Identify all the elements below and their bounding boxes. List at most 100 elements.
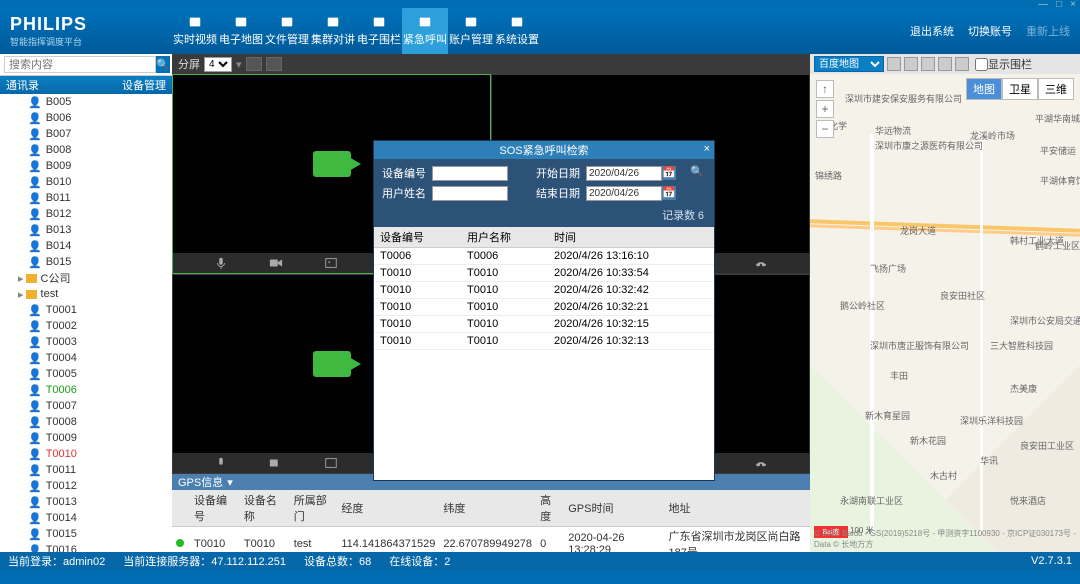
tree-item[interactable]: 👤B013 <box>0 222 172 238</box>
table-row[interactable]: T0006T00062020/4/26 13:16:10 <box>374 248 714 265</box>
col-lng[interactable]: 经度 <box>337 490 439 527</box>
fullscreen-button[interactable] <box>266 57 282 71</box>
search-input[interactable] <box>4 56 156 73</box>
tree-item[interactable]: 👤T0014 <box>0 510 172 526</box>
tree-item[interactable]: 👤B012 <box>0 206 172 222</box>
zoom-in-button[interactable]: + <box>816 100 834 118</box>
nav-user[interactable]: 账户管理 <box>448 8 494 54</box>
map-type-map[interactable]: 地图 <box>966 78 1002 100</box>
tree-item[interactable]: 👤T0007 <box>0 398 172 414</box>
zoom-out-button[interactable]: − <box>816 120 834 138</box>
close-icon[interactable]: × <box>1070 0 1076 10</box>
mic-icon[interactable] <box>213 456 229 470</box>
hangup-icon[interactable] <box>753 256 769 270</box>
tree-item[interactable]: 👤T0004 <box>0 350 172 366</box>
tree-item[interactable]: 👤T0003 <box>0 334 172 350</box>
col-addr[interactable]: 地址 <box>664 490 810 527</box>
nav-folder[interactable]: 文件管理 <box>264 8 310 54</box>
layout-button[interactable] <box>246 57 262 71</box>
nav-fence[interactable]: 电子围栏 <box>356 8 402 54</box>
image-icon[interactable] <box>323 456 339 470</box>
close-icon[interactable]: × <box>704 143 710 155</box>
map-type-3d[interactable]: 三维 <box>1038 78 1074 100</box>
nav-camera[interactable]: 实时视频 <box>172 8 218 54</box>
nav-gear[interactable]: 系统设置 <box>494 8 540 54</box>
video-icon[interactable] <box>268 456 284 470</box>
calendar-icon[interactable]: 📅 <box>662 186 676 200</box>
nav-group[interactable]: 集群对讲 <box>310 8 356 54</box>
table-row[interactable]: T0010T00102020/4/26 10:33:54 <box>374 265 714 282</box>
search-button[interactable]: 🔍 <box>156 56 170 73</box>
tree-item[interactable]: 👤B014 <box>0 238 172 254</box>
device-mgmt-link[interactable]: 设备管理 <box>122 77 166 93</box>
col-device[interactable]: 设备编号 <box>190 490 240 527</box>
tree-item[interactable]: ▸C公司 <box>0 270 172 286</box>
filter-icon[interactable]: ▾ <box>227 476 233 489</box>
tree-item[interactable]: 👤B011 <box>0 190 172 206</box>
tree-item[interactable]: 👤T0013 <box>0 494 172 510</box>
tree-item[interactable]: 👤T0006 <box>0 382 172 398</box>
map-tool-5[interactable] <box>955 57 969 71</box>
nav-phone[interactable]: 紧急呼叫 <box>402 8 448 54</box>
map-tool-3[interactable] <box>921 57 935 71</box>
search-icon[interactable]: 🔍 <box>690 165 706 181</box>
table-row[interactable]: T0010T00102020/4/26 10:32:21 <box>374 299 714 316</box>
device-tree[interactable]: 👤B005👤B006👤B007👤B008👤B009👤B010👤B011👤B012… <box>0 94 172 552</box>
device-input[interactable] <box>432 166 508 181</box>
map-tool-2[interactable] <box>904 57 918 71</box>
switch-link[interactable]: 切换账号 <box>968 23 1012 39</box>
tree-item[interactable]: 👤T0012 <box>0 478 172 494</box>
exit-link[interactable]: 退出系统 <box>910 23 954 39</box>
map-canvas[interactable]: 深圳市建安保安服务有限公司中化学华远物流锦绣路龙溪岭市场龙岗大道平安储运深圳市康… <box>810 74 1080 552</box>
tree-item[interactable]: 👤B005 <box>0 94 172 110</box>
tree-item[interactable]: 👤B007 <box>0 126 172 142</box>
pan-up-button[interactable]: ↑ <box>816 80 834 98</box>
fence-checkbox[interactable]: 显示围栏 <box>975 56 1032 72</box>
table-row[interactable]: T0010T00102020/4/26 10:32:42 <box>374 282 714 299</box>
map-tool-1[interactable] <box>887 57 901 71</box>
col-user[interactable]: 用户名称 <box>461 227 548 248</box>
split-select[interactable]: 4 <box>204 57 232 72</box>
col-alt[interactable]: 高度 <box>536 490 564 527</box>
table-row[interactable]: T0010T0010test114.14186437152922.6707899… <box>172 527 810 553</box>
tree-item[interactable]: ▸test <box>0 286 172 302</box>
tree-item[interactable]: 👤B006 <box>0 110 172 126</box>
tree-item[interactable]: 👤T0008 <box>0 414 172 430</box>
tree-item[interactable]: 👤T0009 <box>0 430 172 446</box>
mic-icon[interactable] <box>213 256 229 270</box>
col-time[interactable]: 时间 <box>548 227 714 248</box>
tree-item[interactable]: 👤T0015 <box>0 526 172 542</box>
image-icon[interactable] <box>323 256 339 270</box>
map-source-select[interactable]: 百度地图 <box>814 56 884 72</box>
col-name[interactable]: 设备名称 <box>240 490 290 527</box>
tree-item[interactable]: 👤T0005 <box>0 366 172 382</box>
maximize-icon[interactable]: □ <box>1056 0 1062 10</box>
col-time[interactable]: GPS时间 <box>564 490 664 527</box>
dialog-title[interactable]: SOS紧急呼叫检索 × <box>374 141 714 159</box>
minimize-icon[interactable]: — <box>1038 0 1048 10</box>
col-lat[interactable]: 纬度 <box>439 490 536 527</box>
col-dept[interactable]: 所属部门 <box>290 490 338 527</box>
table-row[interactable]: T0010T00102020/4/26 10:32:13 <box>374 333 714 350</box>
tree-item[interactable]: 👤T0010 <box>0 446 172 462</box>
nav-globe[interactable]: 电子地图 <box>218 8 264 54</box>
map-tool-4[interactable] <box>938 57 952 71</box>
tree-item[interactable]: 👤T0011 <box>0 462 172 478</box>
tree-item[interactable]: 👤B015 <box>0 254 172 270</box>
table-row[interactable]: T0010T00102020/4/26 10:32:15 <box>374 316 714 333</box>
tree-item[interactable]: 👤T0002 <box>0 318 172 334</box>
hangup-icon[interactable] <box>753 456 769 470</box>
reconnect-link[interactable]: 重新上线 <box>1026 23 1070 39</box>
video-icon[interactable] <box>268 256 284 270</box>
tree-item[interactable]: 👤T0016 <box>0 542 172 552</box>
col-device[interactable]: 设备编号 <box>374 227 461 248</box>
calendar-icon[interactable]: 📅 <box>662 166 676 180</box>
end-date-input[interactable] <box>586 186 662 201</box>
start-date-input[interactable] <box>586 166 662 181</box>
map-type-sat[interactable]: 卫星 <box>1002 78 1038 100</box>
tree-item[interactable]: 👤B008 <box>0 142 172 158</box>
tree-item[interactable]: 👤B010 <box>0 174 172 190</box>
tree-item[interactable]: 👤B009 <box>0 158 172 174</box>
user-input[interactable] <box>432 186 508 201</box>
tree-item[interactable]: 👤T0001 <box>0 302 172 318</box>
